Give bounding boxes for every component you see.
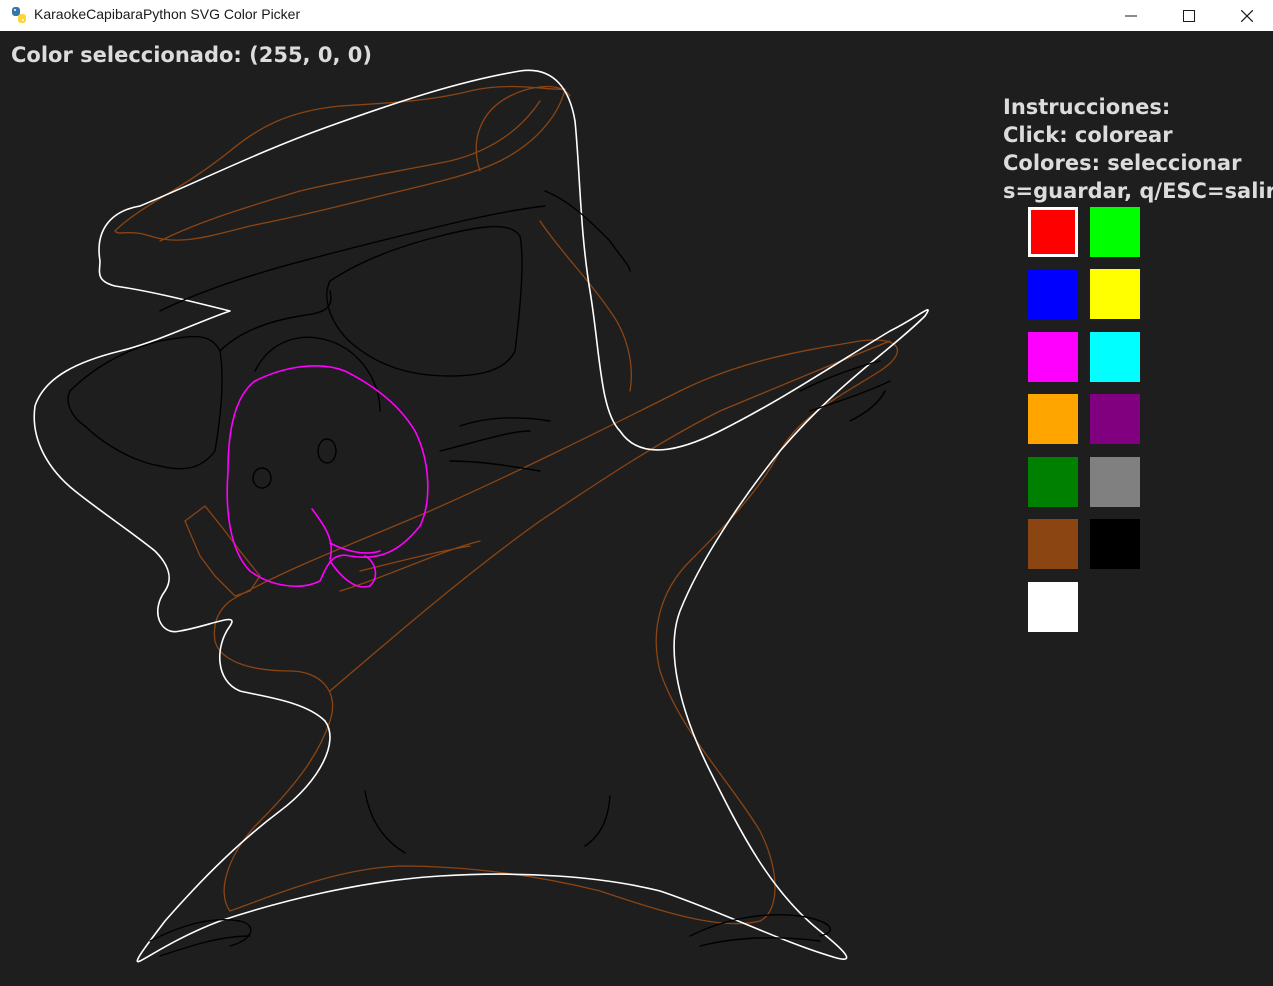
glasses-strap[interactable] (159, 190, 631, 312)
close-icon (1241, 9, 1253, 22)
drawing-canvas[interactable]: Color seleccionado: (255, 0, 0) Instrucc… (0, 31, 1273, 986)
belly-marks[interactable] (364, 790, 611, 854)
swatch-purple[interactable] (1090, 394, 1140, 444)
swatch-gray[interactable] (1090, 457, 1140, 507)
hand-claws[interactable] (799, 360, 891, 422)
python-icon (12, 7, 26, 23)
instructions-heading: Instrucciones: (1003, 95, 1171, 119)
minimize-icon (1125, 15, 1137, 16)
instruction-line-keys: s=guardar, q/ESC=salir (1003, 179, 1273, 203)
swatch-blue[interactable] (1028, 269, 1078, 319)
close-button[interactable] (1218, 0, 1273, 31)
glasses-left-lens[interactable] (67, 335, 223, 470)
foot-left[interactable] (149, 919, 252, 957)
swatch-white[interactable] (1028, 582, 1078, 632)
tail-brown[interactable] (184, 505, 261, 597)
swatch-red[interactable] (1028, 207, 1078, 257)
maximize-icon (1183, 9, 1195, 22)
instructions-panel: Instrucciones: Click: colorear Colores: … (1003, 93, 1273, 205)
swatch-orange[interactable] (1028, 394, 1078, 444)
eye-right[interactable] (317, 438, 337, 464)
minimize-button[interactable] (1102, 0, 1160, 31)
hat-brown-outline[interactable] (114, 85, 566, 241)
swatch-dark-green[interactable] (1028, 457, 1078, 507)
window-title: KaraokeCapibaraPython SVG Color Picker (34, 6, 301, 22)
snout-magenta-outline[interactable] (226, 365, 429, 587)
instruction-line-colors: Colores: seleccionar (1003, 151, 1242, 175)
selected-color-status: Color seleccionado: (255, 0, 0) (11, 43, 372, 67)
body-white-outline[interactable] (33, 69, 929, 963)
maximize-button[interactable] (1160, 0, 1218, 31)
glasses-right-lens[interactable] (326, 225, 523, 377)
ear-brown[interactable] (539, 220, 632, 392)
arm-brown[interactable] (329, 340, 891, 692)
swatch-brown[interactable] (1028, 519, 1078, 569)
instruction-line-click: Click: colorear (1003, 123, 1173, 147)
title-bar: KaraokeCapibaraPython SVG Color Picker (0, 0, 1273, 31)
swatch-magenta[interactable] (1028, 332, 1078, 382)
swatch-cyan[interactable] (1090, 332, 1140, 382)
swatch-green[interactable] (1090, 207, 1140, 257)
swatch-yellow[interactable] (1090, 269, 1140, 319)
eye-left[interactable] (252, 467, 272, 489)
hat-brown-curl[interactable] (475, 85, 571, 172)
swatch-black[interactable] (1090, 519, 1140, 569)
body-brown-outline[interactable] (213, 339, 899, 925)
